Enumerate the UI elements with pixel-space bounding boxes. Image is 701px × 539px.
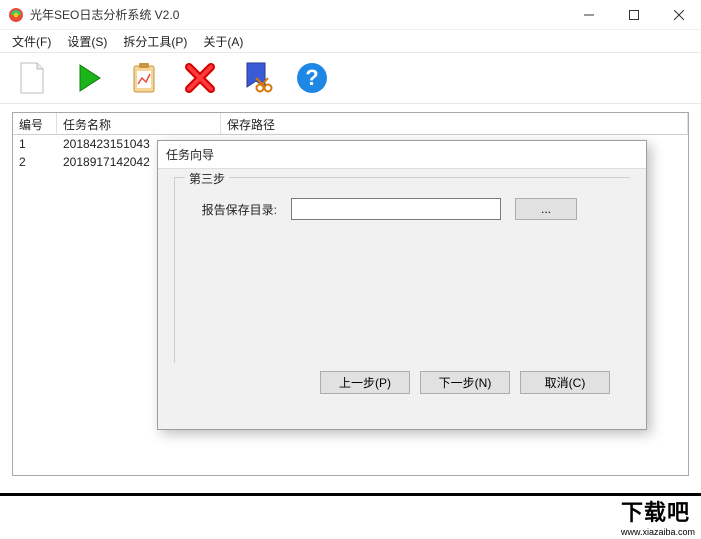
menu-bar: 文件(F) 设置(S) 拆分工具(P) 关于(A)	[0, 30, 701, 52]
menu-split-tools[interactable]: 拆分工具(P)	[119, 31, 191, 52]
browse-button[interactable]: ...	[515, 198, 577, 220]
cancel-button[interactable]: 取消(C)	[520, 371, 610, 394]
menu-settings[interactable]: 设置(S)	[63, 31, 111, 52]
minimize-button[interactable]	[566, 0, 611, 30]
footer-edge	[0, 493, 701, 539]
cell-id: 1	[13, 137, 57, 151]
next-button[interactable]: 下一步(N)	[420, 371, 510, 394]
col-save-path[interactable]: 保存路径	[221, 113, 688, 134]
save-dir-input[interactable]	[291, 198, 501, 220]
watermark-text: 下载吧	[621, 500, 690, 525]
toolbar: ?	[0, 52, 701, 104]
watermark-site: www.xiazaiba.com	[621, 527, 695, 537]
help-icon[interactable]: ?	[292, 58, 332, 98]
window-title: 光年SEO日志分析系统 V2.0	[30, 6, 566, 23]
maximize-button[interactable]	[611, 0, 656, 30]
close-button[interactable]	[656, 0, 701, 30]
cell-id: 2	[13, 155, 57, 169]
cut-bookmark-icon[interactable]	[236, 58, 276, 98]
task-wizard-dialog: 任务向导 第三步 报告保存目录: ... 上一步(P) 下一步(N) 取消(C)	[157, 140, 647, 430]
svg-text:?: ?	[305, 65, 318, 90]
table-header: 编号 任务名称 保存路径	[13, 113, 688, 135]
col-id[interactable]: 编号	[13, 113, 57, 134]
delete-x-icon[interactable]	[180, 58, 220, 98]
step-fieldset: 第三步 报告保存目录: ...	[174, 177, 630, 363]
menu-file[interactable]: 文件(F)	[8, 31, 55, 52]
clipboard-stats-icon[interactable]	[124, 58, 164, 98]
dialog-title: 任务向导	[158, 141, 646, 169]
save-dir-label: 报告保存目录:	[191, 201, 277, 218]
new-file-icon[interactable]	[12, 58, 52, 98]
col-task-name[interactable]: 任务名称	[57, 113, 221, 134]
app-icon	[8, 7, 24, 23]
prev-button[interactable]: 上一步(P)	[320, 371, 410, 394]
play-icon[interactable]	[68, 58, 108, 98]
watermark: 下载吧 www.xiazaiba.com	[621, 495, 695, 537]
title-bar: 光年SEO日志分析系统 V2.0	[0, 0, 701, 30]
menu-about[interactable]: 关于(A)	[199, 31, 247, 52]
step-legend: 第三步	[185, 170, 229, 187]
